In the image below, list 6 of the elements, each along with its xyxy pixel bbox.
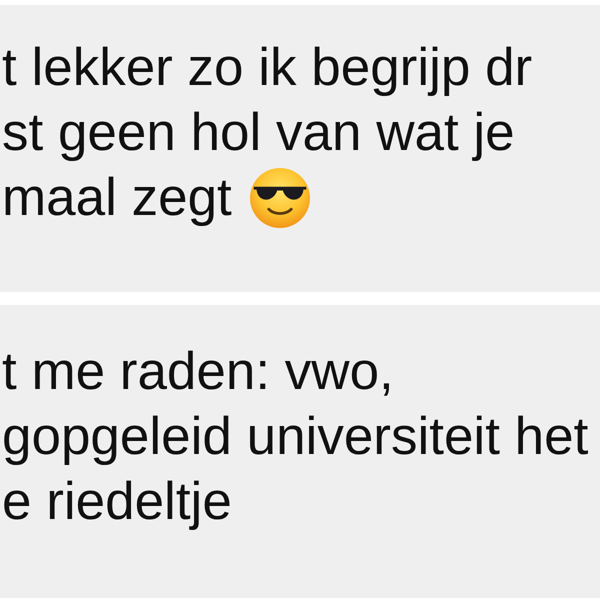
message-text: st geen hol van wat je <box>2 102 515 164</box>
message-text: e riedeltje <box>2 471 232 533</box>
message-text: t me raden: vwo, <box>2 341 394 403</box>
message-text: maal zegt <box>2 167 232 229</box>
message-text: gopgeleid universiteit het <box>2 406 588 468</box>
message-text: t lekker zo ik begrijp dr <box>2 37 532 99</box>
